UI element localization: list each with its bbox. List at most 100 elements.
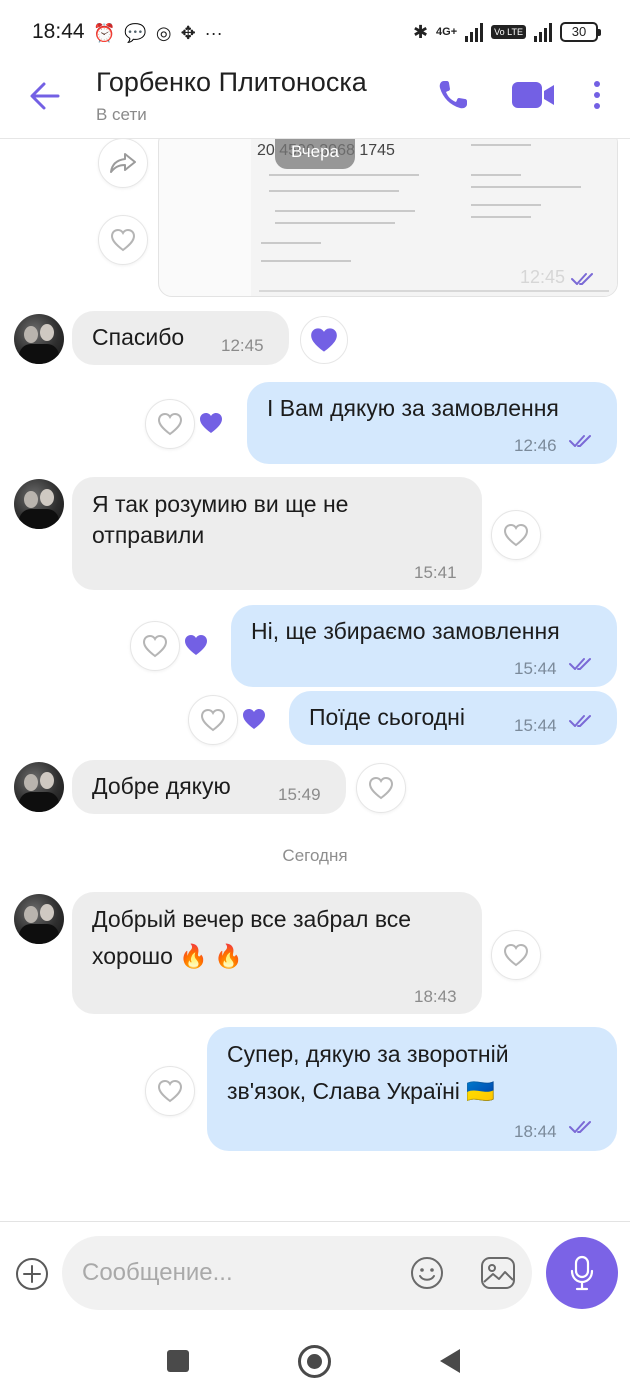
message-time: 15:49: [278, 785, 321, 804]
microphone-icon: [570, 1255, 594, 1291]
like-button[interactable]: [188, 695, 238, 745]
outgoing-message[interactable]: Ні, ще збираємо замовлення 15:44: [231, 605, 617, 687]
like-button[interactable]: [98, 215, 148, 265]
status-notification-icons: ⏰ 💬 ◎ ✥ ···: [93, 22, 223, 44]
message-text: Добрый вечер все забрал все: [92, 906, 412, 932]
message-text: Спасибо: [92, 324, 185, 350]
reaction-like[interactable]: [300, 316, 348, 364]
heart-filled-icon: [185, 635, 207, 655]
back-arrow-icon: [30, 82, 60, 110]
message-text: зв'язок, Слава Україні 🇺🇦: [227, 1078, 495, 1104]
voice-message-button[interactable]: [546, 1237, 618, 1309]
message-text: І Вам дякую за замовлення: [267, 395, 559, 421]
heart-outline-icon: [503, 523, 529, 547]
signal-icon: [465, 22, 484, 42]
video-call-button[interactable]: [510, 78, 556, 112]
avatar[interactable]: [14, 894, 64, 944]
like-button[interactable]: [145, 1066, 195, 1116]
message-time: 18:43: [414, 987, 457, 1006]
recents-button[interactable]: [167, 1350, 189, 1372]
incoming-message[interactable]: Добрый вечер все забрал все хорошо 🔥 🔥 1…: [72, 892, 482, 1014]
like-button[interactable]: [356, 763, 406, 813]
reaction-group[interactable]: [145, 399, 233, 449]
heart-filled-icon: [200, 413, 222, 433]
signal-icon-2: [534, 22, 552, 42]
avatar[interactable]: [14, 762, 64, 812]
double-check-icon: [571, 273, 593, 285]
message-time: 15:41: [414, 563, 457, 582]
chat-header: Горбенко Плитоноска В сети: [0, 62, 630, 139]
heart-outline-icon: [157, 1079, 183, 1103]
incoming-message[interactable]: Добре дякую 15:49: [72, 760, 346, 814]
chat-history[interactable]: 20 4500 3068 1745 12:45 Вчера Спасибо 12…: [0, 139, 630, 1221]
heart-filled-icon: [311, 328, 337, 352]
heart-outline-icon: [368, 776, 394, 800]
add-attachment-button[interactable]: [15, 1257, 49, 1291]
heart-outline-icon: [503, 943, 529, 967]
composer-bar: Сообщение...: [0, 1221, 630, 1323]
message-time: 12:46: [514, 436, 557, 455]
heart-outline-icon: [157, 412, 183, 436]
message-time: 15:44: [514, 716, 557, 735]
message-text: Супер, дякую за зворотній: [227, 1041, 509, 1067]
battery-icon: 30: [560, 22, 601, 42]
back-button[interactable]: [28, 80, 62, 112]
add-circle-icon: [16, 1258, 48, 1290]
status-bar: 18:44 ⏰ 💬 ◎ ✥ ··· ✱ 4G+ Vo LTE 30: [0, 0, 630, 62]
date-chip: Вчера: [275, 139, 355, 169]
alarm-icon: ⏰: [93, 23, 116, 43]
system-nav-bar: [0, 1323, 630, 1400]
emoji-icon: [411, 1257, 443, 1289]
more-options-button[interactable]: [586, 78, 608, 112]
more-vert-icon: [594, 81, 600, 109]
message-time: 18:44: [514, 1122, 557, 1141]
outgoing-message[interactable]: Поїде сьогодні 15:44: [289, 691, 617, 745]
outgoing-message[interactable]: І Вам дякую за замовлення 12:46: [247, 382, 617, 464]
heart-outline-icon: [110, 228, 136, 252]
double-check-icon: [569, 715, 591, 727]
chat-notification-icon: 💬: [124, 23, 147, 43]
home-button[interactable]: [298, 1345, 331, 1378]
incoming-message[interactable]: Спасибо 12:45: [72, 311, 289, 365]
message-input[interactable]: Сообщение...: [62, 1236, 532, 1310]
phone-icon: [439, 81, 467, 109]
incoming-message[interactable]: Я так розумию ви ще не отправили 15:41: [72, 477, 482, 590]
like-button[interactable]: [130, 621, 180, 671]
volte-badge: Vo LTE: [491, 25, 526, 39]
like-button[interactable]: [491, 930, 541, 980]
day-separator: Сегодня: [282, 846, 348, 865]
reaction-group[interactable]: [188, 695, 276, 745]
message-time: 15:44: [514, 659, 557, 678]
video-camera-icon: [512, 82, 554, 108]
message-text: отправили: [92, 522, 205, 548]
avatar[interactable]: [14, 314, 64, 364]
gallery-button[interactable]: [480, 1256, 516, 1290]
viber-notification-icon: ◎: [155, 23, 172, 43]
message-text: Ні, ще збираємо замовлення: [251, 618, 560, 644]
status-system-icons: ✱ 4G+ Vo LTE 30: [413, 19, 601, 45]
like-button[interactable]: [491, 510, 541, 560]
more-notifications-icon: ···: [204, 23, 223, 43]
contact-name[interactable]: Горбенко Плитоноска: [96, 67, 367, 98]
call-button[interactable]: [436, 78, 470, 112]
share-button[interactable]: [98, 139, 148, 188]
message-text: Я так розумию ви ще не: [92, 491, 349, 517]
message-time: 12:45: [519, 267, 565, 287]
system-back-button[interactable]: [440, 1349, 460, 1373]
double-check-icon: [569, 435, 591, 447]
like-button[interactable]: [145, 399, 195, 449]
heart-filled-icon: [243, 709, 265, 729]
double-check-icon: [569, 1121, 591, 1133]
outgoing-message[interactable]: Супер, дякую за зворотній зв'язок, Слава…: [207, 1027, 617, 1151]
network-label: 4G+: [436, 25, 458, 38]
message-time: 12:45: [221, 336, 264, 355]
message-text: Поїде сьогодні: [309, 704, 465, 730]
emoji-button[interactable]: [410, 1256, 444, 1290]
message-text: Добре дякую: [92, 773, 231, 799]
contact-status: В сети: [96, 105, 147, 124]
status-time: 18:44: [32, 20, 85, 43]
avatar[interactable]: [14, 479, 64, 529]
image-message[interactable]: 20 4500 3068 1745 12:45: [158, 139, 618, 297]
double-check-icon: [569, 658, 591, 670]
reaction-group[interactable]: [130, 621, 218, 671]
